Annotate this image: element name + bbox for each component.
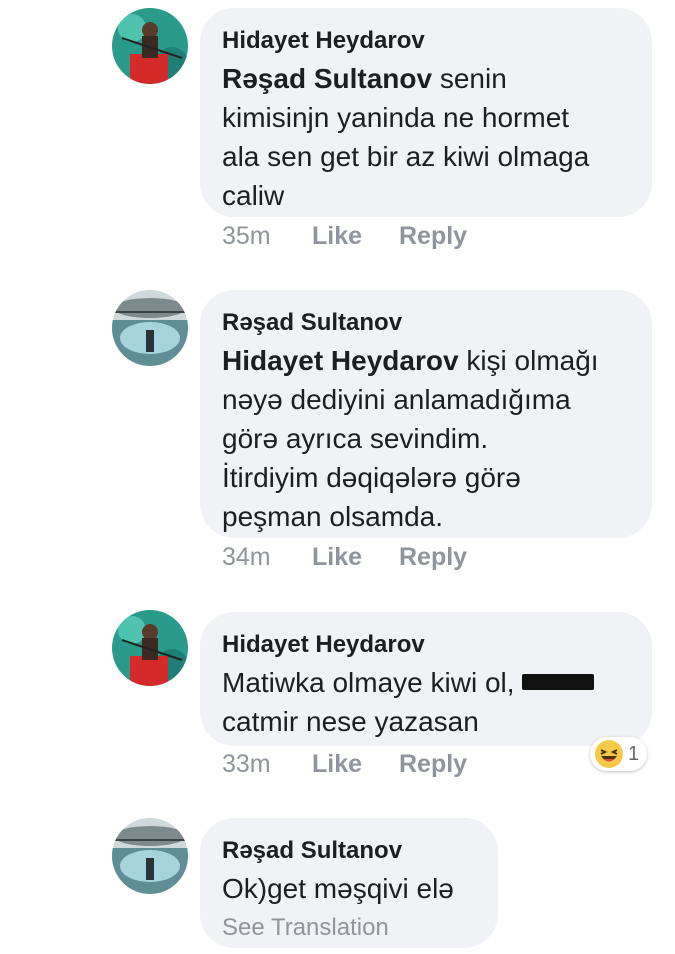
avatar[interactable]: [112, 8, 188, 84]
comment-actions: 33m Like Reply: [222, 750, 467, 779]
comment-bubble: Hidayet Heydarov Rəşad Sultanov senin kim…: [200, 8, 652, 217]
comment-author[interactable]: Rəşad Sultanov: [222, 836, 476, 866]
reply-button[interactable]: Reply: [399, 750, 467, 779]
like-button[interactable]: Like: [312, 543, 399, 572]
comment-author[interactable]: Hidayet Heydarov: [222, 630, 630, 660]
like-button[interactable]: Like: [312, 750, 399, 779]
see-translation-link[interactable]: See Translation: [222, 914, 476, 942]
laughing-emoji-icon: [595, 740, 623, 768]
comment-text: Rəşad Sultanov senin kimisinjn yaninda ne…: [222, 63, 590, 211]
avatar-photo-icon: [112, 8, 188, 84]
reply-button[interactable]: Reply: [399, 222, 467, 251]
comment-actions: 34m Like Reply: [222, 543, 467, 572]
comment-text: Hidayet Heydarov kişi olmağı nəyə dediyin…: [222, 345, 599, 532]
timestamp[interactable]: 33m: [222, 750, 312, 779]
comment-bubble: Rəşad Sultanov Ok)get məşqivi elə See Tr…: [200, 818, 498, 948]
comment-bubble: Hidayet Heydarov Matiwka olmaye kiwi ol,…: [200, 612, 652, 746]
avatar[interactable]: [112, 610, 188, 686]
comment-author[interactable]: Hidayet Heydarov: [222, 26, 630, 56]
timestamp[interactable]: 34m: [222, 543, 312, 572]
comment-actions: 35m Like Reply: [222, 222, 467, 251]
like-button[interactable]: Like: [312, 222, 399, 251]
comment-text: Ok)get məşqivi elə: [222, 873, 454, 904]
reply-button[interactable]: Reply: [399, 543, 467, 572]
comment-bubble: Rəşad Sultanov Hidayet Heydarov kişi olm…: [200, 290, 652, 538]
comment-text: Matiwka olmaye kiwi ol, catmir nese yaza…: [222, 663, 630, 741]
reaction-count: 1: [628, 742, 640, 765]
mention-link[interactable]: Hidayet Heydarov: [222, 345, 459, 376]
avatar-photo-icon: [112, 610, 188, 686]
mention-link[interactable]: Rəşad Sultanov: [222, 63, 432, 94]
timestamp[interactable]: 35m: [222, 222, 312, 251]
reaction-badge[interactable]: 1: [590, 737, 648, 771]
redaction-bar: [522, 674, 595, 690]
comment-author[interactable]: Rəşad Sultanov: [222, 308, 630, 338]
avatar-photo-icon: [112, 290, 188, 366]
avatar[interactable]: [112, 818, 188, 894]
avatar[interactable]: [112, 290, 188, 366]
avatar-photo-icon: [112, 818, 188, 894]
